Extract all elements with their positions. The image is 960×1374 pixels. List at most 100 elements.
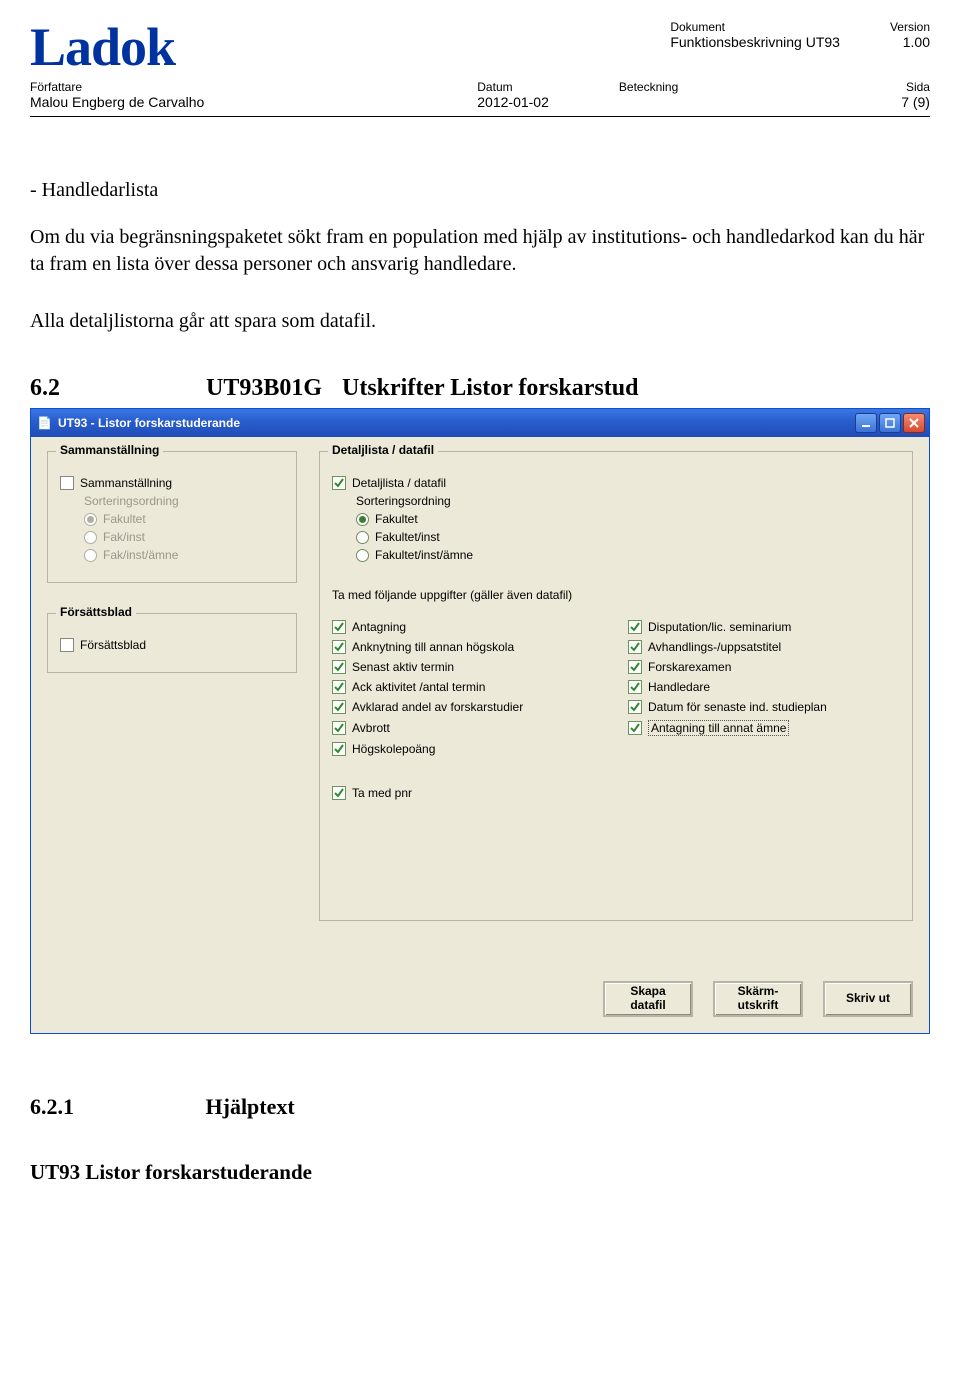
maximize-icon: [885, 418, 895, 428]
radio-fakinst-disabled: [84, 531, 97, 544]
groupbox-detaljlista: Detaljlista / datafil Detaljlista / data…: [319, 451, 913, 921]
checkbox-opt[interactable]: [628, 721, 642, 735]
logo: Ladok: [30, 16, 175, 78]
radio-fakultet-inst-amne[interactable]: [356, 549, 369, 562]
checkbox-label: Sammanställning: [80, 476, 172, 490]
radio-fakultet[interactable]: [356, 513, 369, 526]
skapa-datafil-button[interactable]: Skapa datafil: [603, 981, 693, 1017]
opt-label: Senast aktiv termin: [352, 660, 454, 674]
window-icon: 📄: [37, 416, 52, 430]
groupbox-title: Försättsblad: [56, 605, 136, 619]
checkbox-sammanstallning[interactable]: [60, 476, 74, 490]
checkbox-opt[interactable]: [628, 680, 642, 694]
header-rule: [30, 116, 930, 117]
opt-label: Avbrott: [352, 721, 390, 735]
check-icon: [629, 722, 641, 734]
check-icon: [629, 661, 641, 673]
dialog-title: UT93 - Listor forskarstuderande: [58, 416, 240, 430]
checkbox-label: Försättsblad: [80, 638, 146, 652]
checkbox-opt[interactable]: [628, 620, 642, 634]
opt-label: Ack aktivitet /antal termin: [352, 680, 485, 694]
check-icon: [333, 661, 345, 673]
paragraph-3: Alla detaljlistorna går att spara som da…: [30, 308, 930, 335]
include-options-grid: Antagning Disputation/lic. seminarium An…: [332, 620, 900, 756]
checkbox-label: Detaljlista / datafil: [352, 476, 446, 490]
groupbox-sammanstallning: Sammanställning Sammanställning Sorterin…: [47, 451, 297, 583]
skarm-utskrift-button[interactable]: Skärm- utskrift: [713, 981, 803, 1017]
beteckning-label: Beteckning: [619, 80, 678, 94]
datum-value: 2012-01-02: [477, 94, 549, 110]
sortorder-label: Sorteringsordning: [356, 494, 451, 508]
checkbox-opt[interactable]: [628, 640, 642, 654]
check-icon: [333, 621, 345, 633]
checkbox-opt[interactable]: [332, 742, 346, 756]
forfattare-label: Författare: [30, 80, 204, 94]
forfattare-value: Malou Engberg de Carvalho: [30, 94, 204, 110]
opt-label: Anknytning till annan högskola: [352, 640, 514, 654]
checkbox-detaljlista[interactable]: [332, 476, 346, 490]
checkbox-pnr[interactable]: [332, 786, 346, 800]
close-button[interactable]: [903, 413, 925, 433]
opt-label: Handledare: [648, 680, 710, 694]
groupbox-title: Sammanställning: [56, 443, 163, 457]
document-header: Ladok Dokument Funktionsbeskrivning UT93…: [30, 16, 930, 78]
radio-fakultet-inst[interactable]: [356, 531, 369, 544]
checkbox-opt[interactable]: [332, 680, 346, 694]
radio-fakinstamne-disabled: [84, 549, 97, 562]
document-page: Ladok Dokument Funktionsbeskrivning UT93…: [0, 0, 960, 1225]
paragraph-2: Om du via begränsningspaketet sökt fram …: [30, 224, 930, 278]
author-row: Författare Malou Engberg de Carvalho Dat…: [30, 80, 930, 110]
check-icon: [333, 681, 345, 693]
check-icon: [333, 477, 345, 489]
sida-label: Sida: [901, 80, 930, 94]
checkbox-opt[interactable]: [628, 700, 642, 714]
checkbox-opt[interactable]: [332, 721, 346, 735]
check-icon: [333, 743, 345, 755]
checkbox-forsattsblad[interactable]: [60, 638, 74, 652]
version-label: Version: [890, 20, 930, 34]
check-icon: [629, 701, 641, 713]
sida-value: 7 (9): [901, 94, 930, 110]
skriv-ut-button[interactable]: Skriv ut: [823, 981, 913, 1017]
checkbox-opt[interactable]: [332, 700, 346, 714]
opt-label: Antagning: [352, 620, 406, 634]
datum-label: Datum: [477, 80, 549, 94]
dialog-client: Sammanställning Sammanställning Sorterin…: [31, 437, 929, 1033]
section-6-2-1-heading: 6.2.1 Hjälptext: [30, 1094, 930, 1120]
close-icon: [909, 418, 919, 428]
opt-label: Avklarad andel av forskarstudier: [352, 700, 523, 714]
dokument-label: Dokument: [670, 20, 840, 34]
minimize-icon: [861, 418, 871, 428]
opt-label: Avhandlings-/uppsatstitel: [648, 640, 781, 654]
dialog-titlebar[interactable]: 📄 UT93 - Listor forskarstuderande: [31, 409, 929, 437]
opt-label: Forskarexamen: [648, 660, 731, 674]
paragraph-1: - Handledarlista: [30, 177, 930, 204]
version-value: 1.00: [890, 34, 930, 50]
checkbox-opt[interactable]: [628, 660, 642, 674]
checkbox-opt[interactable]: [332, 620, 346, 634]
check-icon: [629, 641, 641, 653]
check-icon: [333, 701, 345, 713]
checkbox-opt[interactable]: [332, 660, 346, 674]
opt-label: Disputation/lic. seminarium: [648, 620, 791, 634]
maximize-button[interactable]: [879, 413, 901, 433]
sortorder-label: Sorteringsordning: [84, 494, 179, 508]
opt-label-focused: Antagning till annat ämne: [648, 720, 789, 736]
groupbox-forsattsblad: Försättsblad Försättsblad: [47, 613, 297, 673]
check-icon: [629, 621, 641, 633]
dokument-value: Funktionsbeskrivning UT93: [670, 34, 840, 50]
check-icon: [333, 641, 345, 653]
section-6-2-heading: 6.2 UT93B01G Utskrifter Listor forskarst…: [30, 375, 930, 402]
checkbox-opt[interactable]: [332, 640, 346, 654]
check-icon: [333, 787, 345, 799]
dialog-window: 📄 UT93 - Listor forskarstuderande: [30, 408, 930, 1034]
dialog-button-row: Skapa datafil Skärm- utskrift Skriv ut: [47, 981, 913, 1017]
minimize-button[interactable]: [855, 413, 877, 433]
radio-fakultet-disabled: [84, 513, 97, 526]
checkbox-label: Ta med pnr: [352, 786, 412, 800]
header-right: Dokument Funktionsbeskrivning UT93 Versi…: [670, 20, 930, 50]
include-heading: Ta med följande uppgifter (gäller även d…: [332, 588, 572, 602]
opt-label: Högskolepoäng: [352, 742, 435, 756]
footer-heading: UT93 Listor forskarstuderande: [30, 1160, 930, 1185]
check-icon: [333, 722, 345, 734]
